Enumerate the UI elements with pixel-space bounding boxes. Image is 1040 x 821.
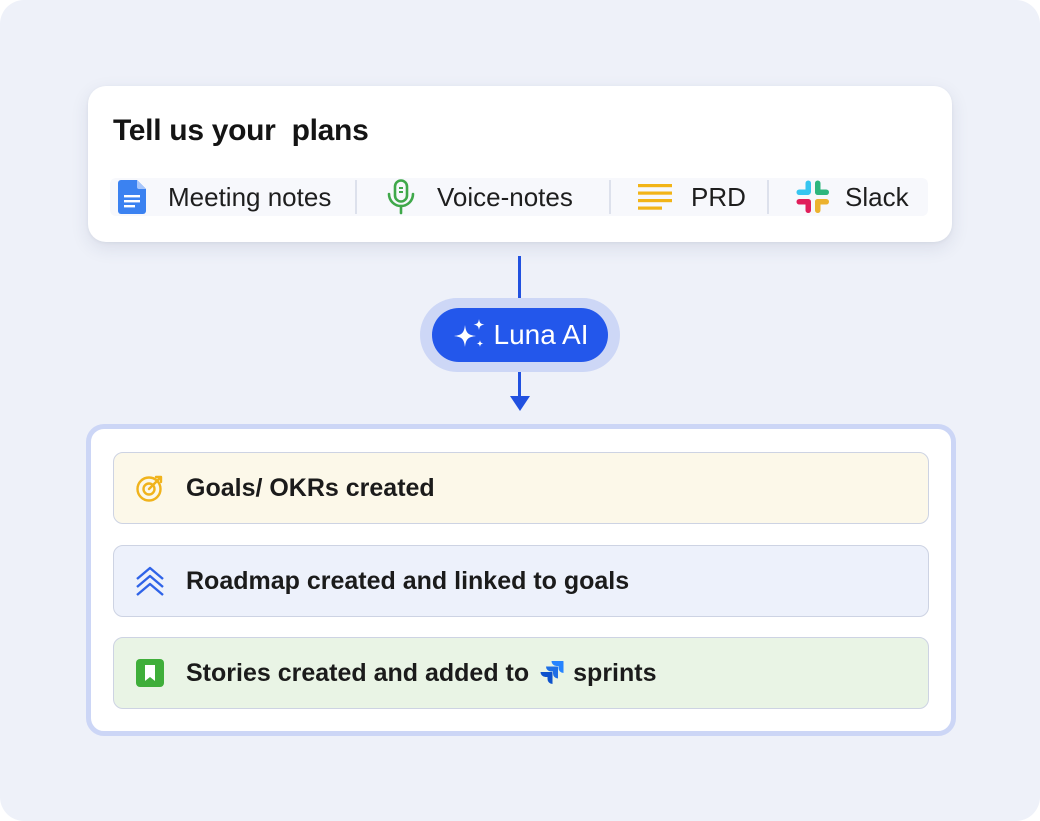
jira-icon [539, 660, 565, 686]
source-prd[interactable]: PRD [611, 178, 767, 216]
luna-ai-button[interactable]: Luna AI [432, 308, 608, 362]
plans-title: Tell us your plans [113, 114, 369, 147]
google-docs-icon [114, 179, 150, 215]
result-stories-text: Stories created and added to sprints [186, 659, 657, 688]
source-label: Slack [845, 181, 909, 212]
luna-ai-label: Luna AI [493, 319, 589, 350]
canvas-background: Tell us your plans Meeting notes Voice-n… [0, 0, 1040, 821]
source-label: Meeting notes [168, 181, 332, 212]
result-stories: Stories created and added to sprints [113, 637, 929, 709]
result-stories-text-after: sprints [573, 658, 657, 687]
document-lines-icon [637, 179, 673, 215]
arrow-down-icon [510, 396, 530, 411]
result-goals-text: Goals/ OKRs created [186, 473, 435, 502]
bookmark-icon [134, 657, 166, 689]
slack-icon [795, 179, 831, 215]
source-label: Voice-notes [437, 181, 573, 212]
result-goals: Goals/ OKRs created [113, 452, 929, 524]
result-stories-text-before: Stories created and added to [186, 658, 530, 687]
results-card: Goals/ OKRs created Roadmap created and … [86, 424, 956, 736]
chevrons-up-icon [134, 565, 166, 597]
source-meeting-notes[interactable]: Meeting notes [110, 178, 355, 216]
result-roadmap: Roadmap created and linked to goals [113, 545, 929, 617]
source-list: Meeting notes Voice-notes PRD Slack [110, 178, 928, 216]
source-voice-notes[interactable]: Voice-notes [357, 178, 609, 216]
source-label: PRD [691, 181, 746, 212]
sparkles-icon [452, 317, 488, 353]
microphone-icon [383, 179, 419, 215]
plans-card: Tell us your plans Meeting notes Voice-n… [88, 86, 952, 242]
target-icon [134, 472, 166, 504]
source-slack[interactable]: Slack [769, 178, 909, 216]
result-roadmap-text: Roadmap created and linked to goals [186, 566, 630, 595]
